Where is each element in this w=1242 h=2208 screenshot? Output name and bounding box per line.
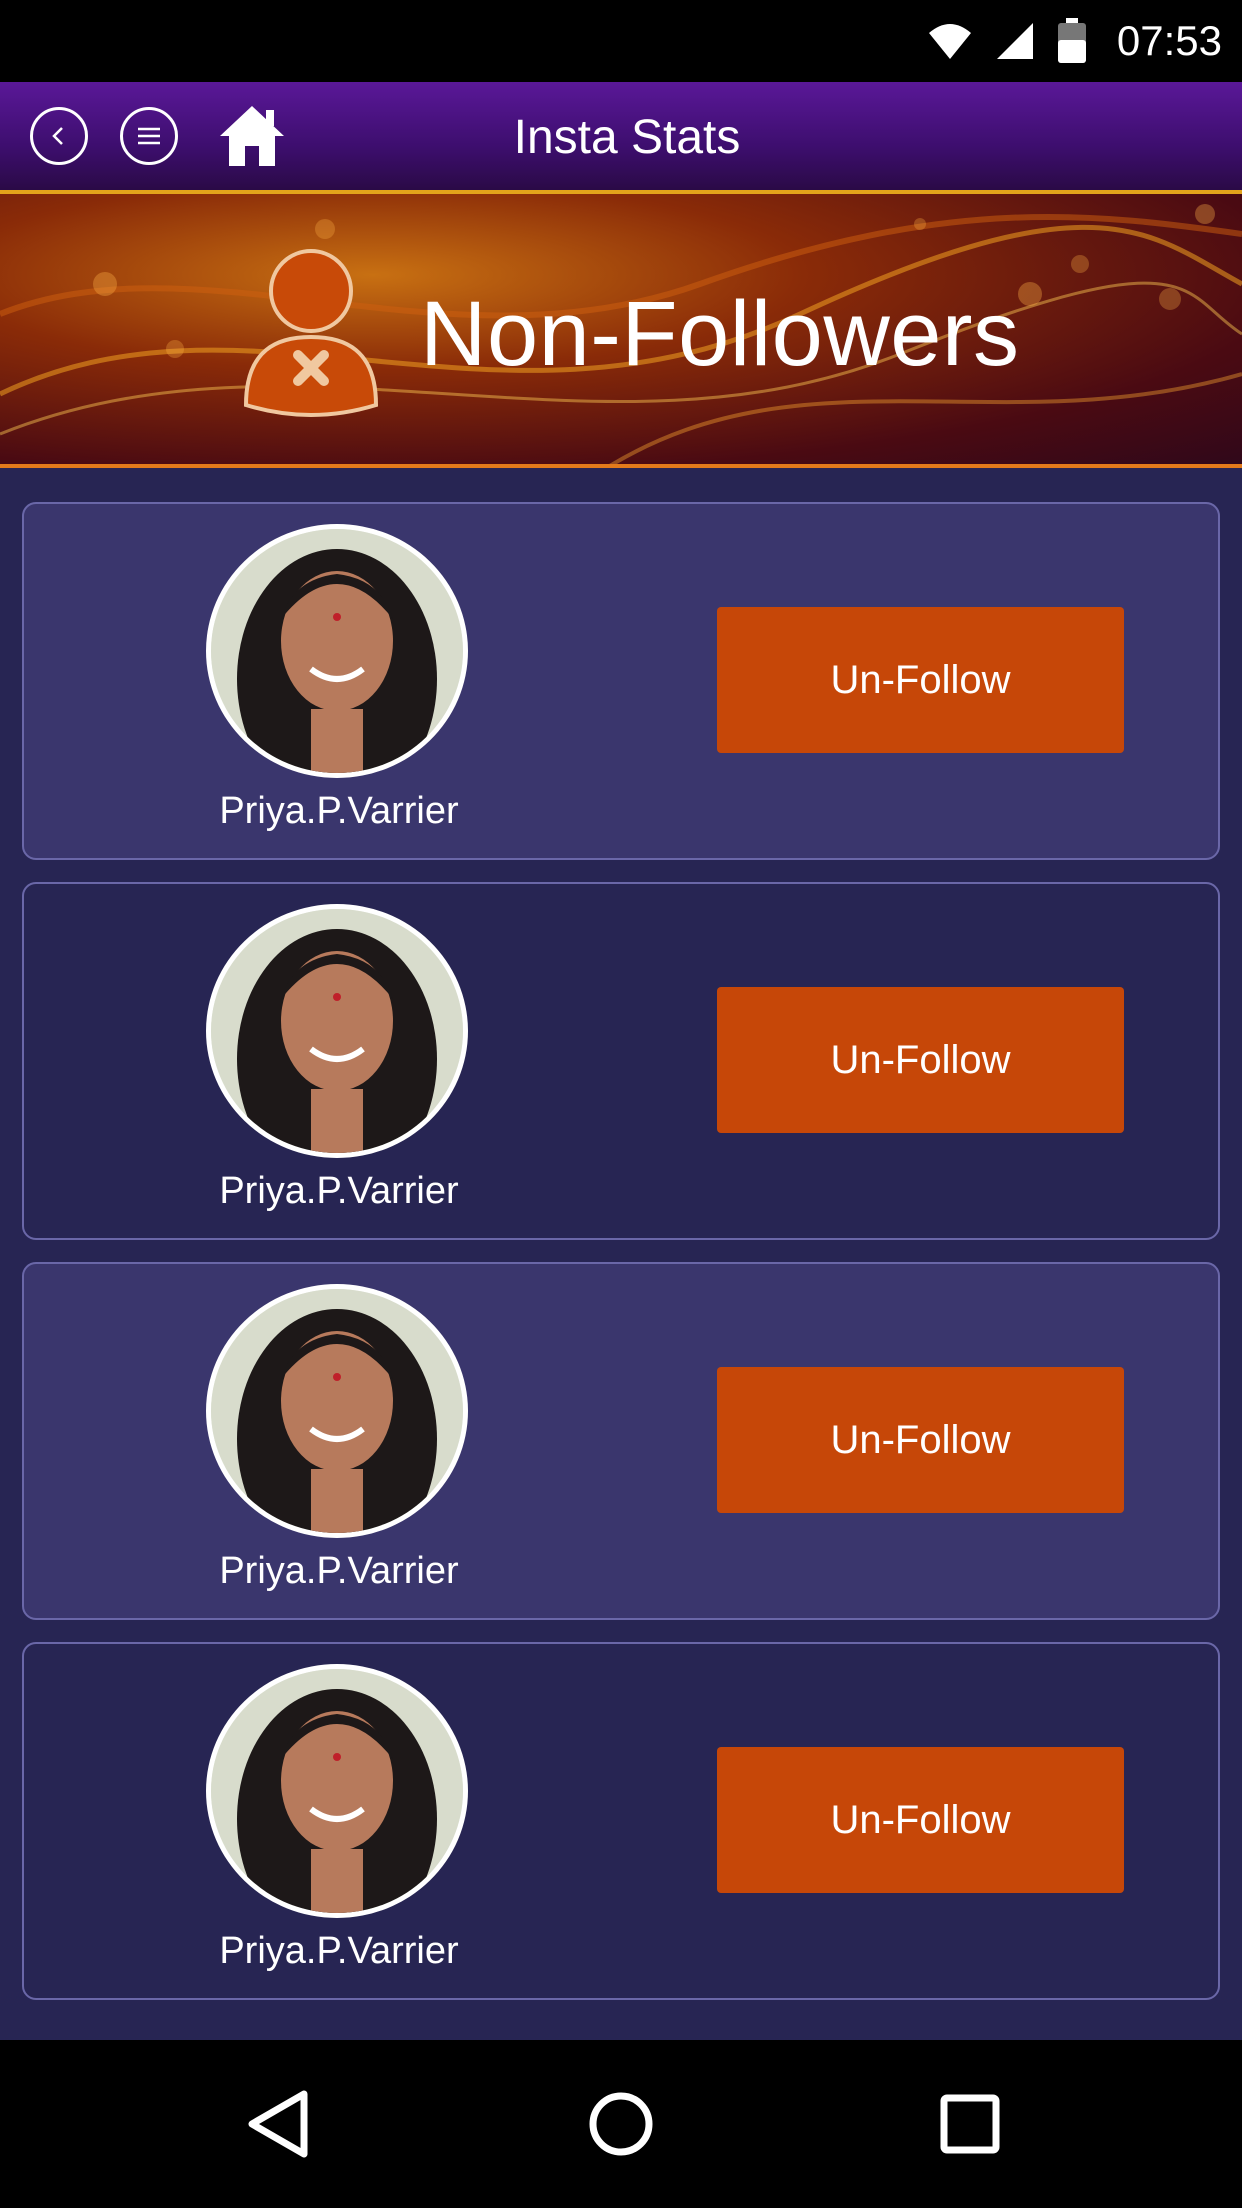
system-nav-bar (0, 2040, 1242, 2208)
user-name: Priya.P.Varrier (219, 790, 459, 832)
app-title: Insta Stats (513, 111, 741, 164)
list-item: Priya.P.Varrier Un-Follow (22, 882, 1220, 1240)
section-banner: Non-Followers (0, 190, 1242, 468)
app-bar: Insta Stats (0, 82, 1242, 190)
list-item: Priya.P.Varrier Un-Follow (22, 502, 1220, 860)
user-name: Priya.P.Varrier (219, 1170, 459, 1212)
wifi-icon (928, 24, 971, 59)
signal-icon (996, 23, 1033, 59)
banner-heading: Non-Followers (420, 283, 1020, 385)
unfollow-button[interactable]: Un-Follow (717, 987, 1124, 1133)
user-remove-icon (243, 249, 379, 417)
avatar (206, 904, 468, 1158)
status-time: 07:53 (1116, 17, 1222, 64)
status-bar: 07:53 (0, 0, 1242, 82)
back-triangle-icon[interactable] (238, 2084, 318, 2164)
home-circle-icon[interactable] (581, 2084, 661, 2164)
avatar (206, 524, 468, 778)
list-item: Priya.P.Varrier Un-Follow (22, 1642, 1220, 2000)
battery-icon (1057, 18, 1086, 63)
unfollow-button[interactable]: Un-Follow (717, 1367, 1124, 1513)
avatar (206, 1664, 468, 1918)
non-followers-list: Priya.P.Varrier Un-Follow Priya.P.Varrie… (0, 468, 1242, 2040)
recents-square-icon[interactable] (930, 2084, 1010, 2164)
unfollow-button[interactable]: Un-Follow (717, 607, 1124, 753)
avatar (206, 1284, 468, 1538)
user-name: Priya.P.Varrier (219, 1930, 459, 1972)
user-name: Priya.P.Varrier (219, 1550, 459, 1592)
unfollow-button[interactable]: Un-Follow (717, 1747, 1124, 1893)
list-item: Priya.P.Varrier Un-Follow (22, 1262, 1220, 1620)
